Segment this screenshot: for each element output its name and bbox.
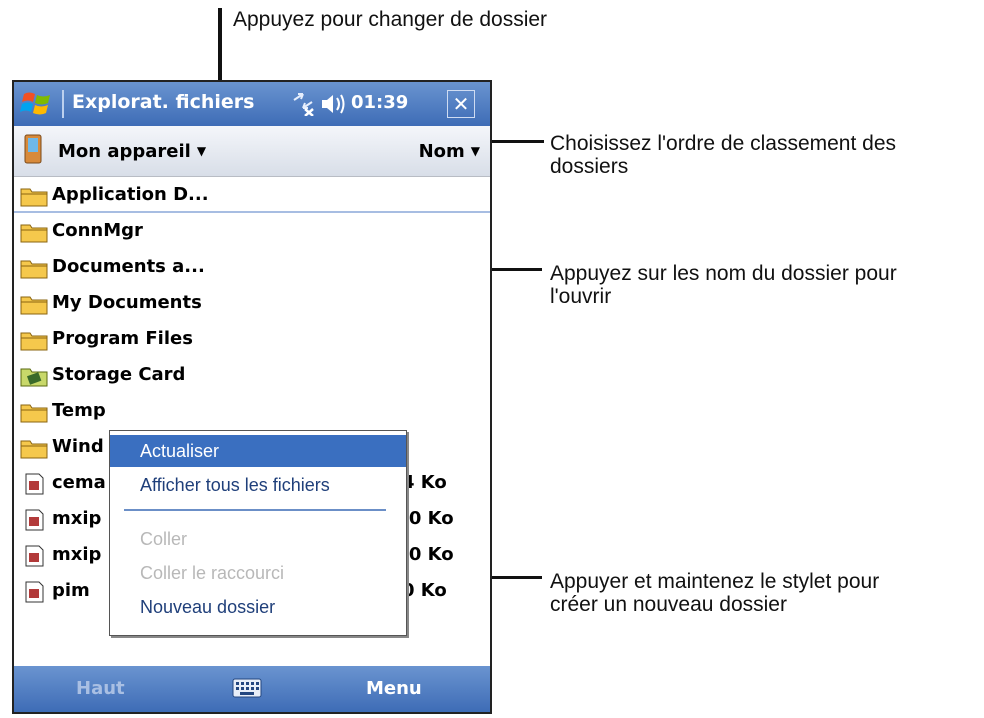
callout-sort-order: Choisissez l'ordre de classement des dos… [550, 132, 896, 178]
menu-separator [124, 509, 386, 511]
menu-softkey[interactable]: Menu [366, 678, 422, 699]
list-item[interactable]: Storage Card [14, 357, 490, 393]
file-size: ,0 Ko [402, 508, 454, 529]
list-item[interactable]: ConnMgr [14, 213, 490, 249]
file-name: Storage Card [52, 364, 186, 385]
chevron-down-icon: ▼ [196, 144, 207, 158]
list-item[interactable]: Documents a... [14, 249, 490, 285]
callout-stylus-line1: Appuyer et maintenez le stylet pour [550, 570, 880, 593]
menu-item-paste-shortcut[interactable]: Coller le raccourci [110, 557, 406, 589]
file-size: ,0 Ko [402, 544, 454, 565]
up-softkey[interactable]: Haut [76, 678, 125, 699]
file-name: Documents a... [52, 256, 205, 277]
callout-open-folder: Appuyez sur les nom du dossier pour l'ou… [550, 262, 897, 308]
menu-bar: Haut Menu [14, 666, 490, 712]
file-name: cema [52, 472, 106, 493]
file-name: Temp [52, 400, 106, 421]
file-icon [25, 473, 44, 495]
clock[interactable]: 01:39 [351, 92, 408, 113]
folder-icon [20, 260, 48, 279]
sort-dropdown[interactable]: Nom ▼ [419, 141, 480, 162]
file-name: Application D... [52, 184, 209, 205]
app-title: Explorat. fichiers [72, 91, 255, 113]
callout-open-line2: l'ouvrir [550, 285, 612, 308]
network-icon[interactable] [291, 90, 315, 116]
folder-icon [20, 440, 48, 459]
folder-dropdown[interactable]: Mon appareil ▼ [58, 141, 206, 162]
file-name: pim [52, 580, 90, 601]
leader-line-sort [484, 140, 544, 143]
file-icon [25, 581, 44, 603]
device-icon [24, 134, 42, 164]
callout-sort-line1: Choisissez l'ordre de classement des [550, 132, 896, 155]
folder-icon [20, 404, 48, 423]
title-bar: Explorat. fichiers 01:39 ✕ [14, 82, 490, 126]
menu-item-paste[interactable]: Coller [110, 523, 406, 555]
close-button[interactable]: ✕ [447, 90, 475, 118]
callout-open-line1: Appuyez sur les nom du dossier pour [550, 262, 897, 285]
list-item[interactable]: Application D... [14, 177, 490, 213]
sort-dropdown-label: Nom [418, 141, 465, 162]
menu-item-new-folder[interactable]: Nouveau dossier [110, 591, 406, 623]
keyboard-icon[interactable] [232, 676, 262, 700]
title-separator [62, 90, 64, 118]
list-item[interactable]: Program Files [14, 321, 490, 357]
callout-sort-line2: dossiers [550, 155, 629, 178]
callout-change-folder: Appuyez pour changer de dossier [233, 8, 548, 31]
file-name: mxip [52, 544, 102, 565]
list-item[interactable]: My Documents [14, 285, 490, 321]
file-name: mxip [52, 508, 102, 529]
folder-bar: Mon appareil ▼ Nom ▼ [14, 126, 490, 177]
folder-icon [20, 296, 48, 315]
file-icon [25, 509, 44, 531]
file-size: 0 Ko [402, 580, 447, 601]
file-name: Program Files [52, 328, 193, 349]
callout-new-folder: Appuyer et maintenez le stylet pour crée… [550, 570, 879, 616]
folder-icon [20, 224, 48, 243]
pocketpc-screen: Explorat. fichiers 01:39 ✕ Mon appareil ▼… [12, 80, 492, 714]
folder-icon [20, 188, 48, 207]
file-icon [25, 545, 44, 567]
volume-icon[interactable] [320, 92, 346, 116]
file-name: Wind [52, 436, 104, 457]
folder-icon [20, 332, 48, 351]
file-name: ConnMgr [52, 220, 143, 241]
chevron-down-icon: ▼ [470, 144, 480, 158]
callout-stylus-line2: créer un nouveau dossier [550, 593, 787, 616]
windows-start-icon[interactable] [20, 88, 54, 118]
storage-card-icon [20, 368, 48, 387]
folder-dropdown-label: Mon appareil [58, 141, 191, 162]
menu-item-show-all-files[interactable]: Afficher tous les fichiers [110, 469, 406, 501]
file-name: My Documents [52, 292, 202, 313]
menu-item-refresh[interactable]: Actualiser [110, 435, 406, 467]
context-menu: Actualiser Afficher tous les fichiers Co… [109, 430, 407, 636]
file-size: 4 Ko [402, 472, 447, 493]
list-item[interactable]: Temp [14, 393, 490, 429]
